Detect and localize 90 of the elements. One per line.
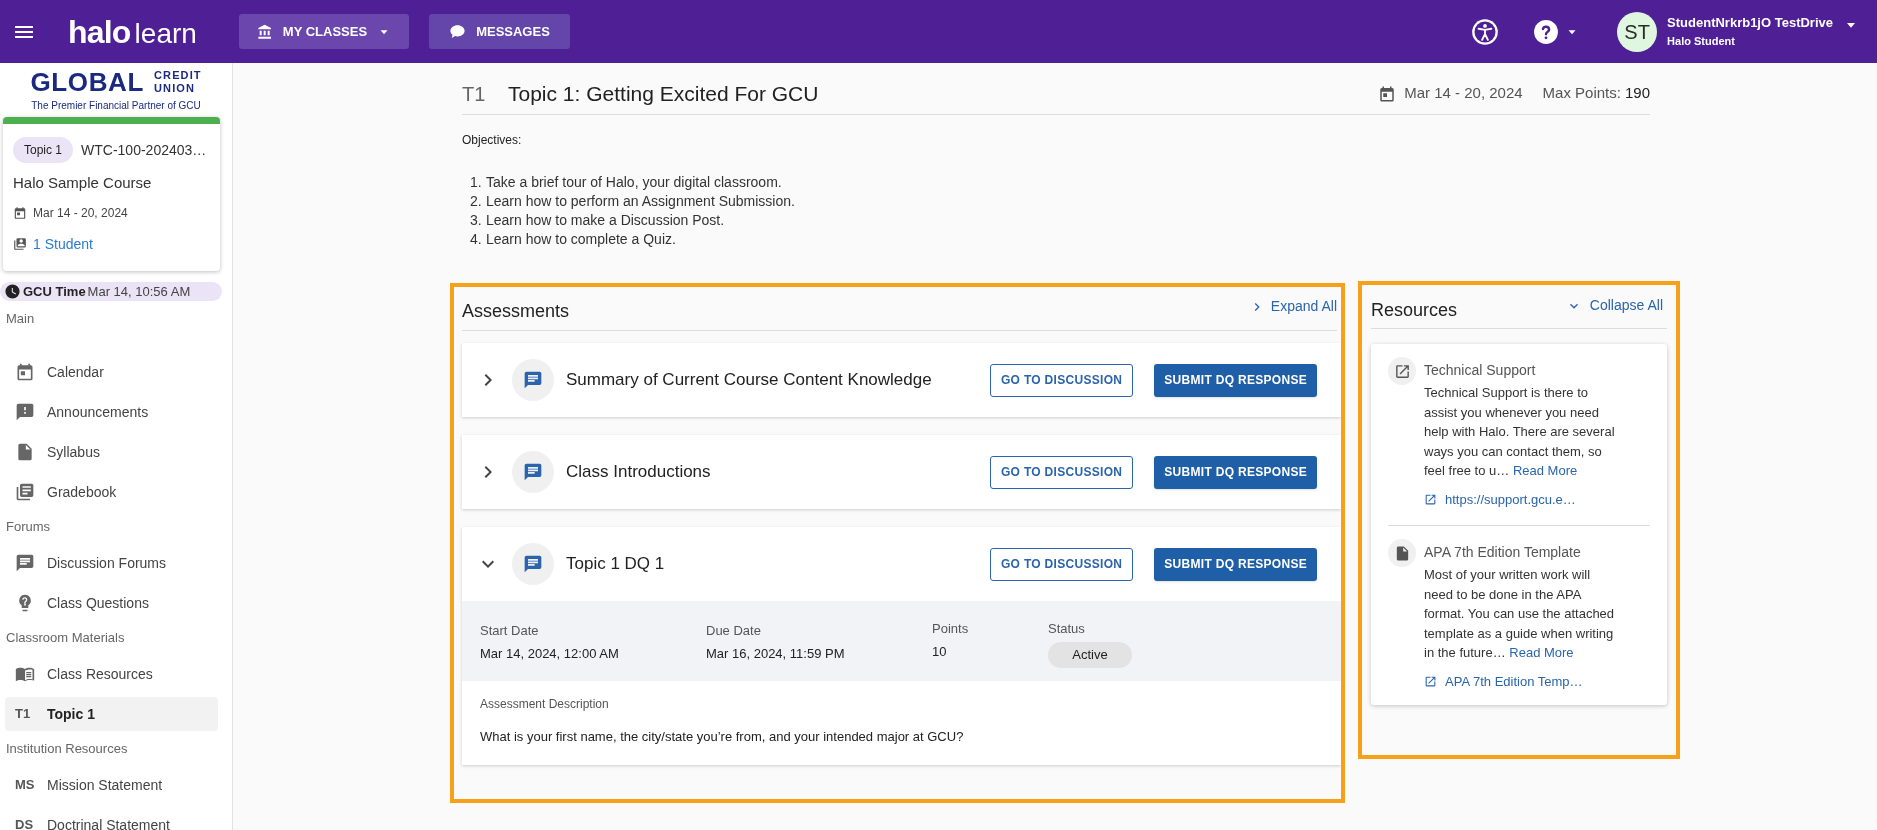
sidebar-item[interactable]: Calendar xyxy=(5,355,218,389)
sidebar-item[interactable]: MS Mission Statement xyxy=(5,768,218,802)
field-label: Status xyxy=(1048,620,1086,638)
topic-dates: Mar 14 - 20, 2024 xyxy=(1404,83,1523,104)
students-link[interactable]: 1 Student xyxy=(33,233,93,255)
status-badge: Active xyxy=(1048,641,1132,668)
objective-item: 1. Take a brief tour of Halo, your digital classroom. xyxy=(469,173,783,192)
course-dates: Mar 14 - 20, 2024 xyxy=(33,204,128,222)
chat-icon xyxy=(523,370,543,390)
person-list-icon xyxy=(13,237,27,251)
sidebar-item[interactable]: DS Doctrinal Statement xyxy=(5,808,218,830)
submit-response-button[interactable]: SUBMIT DQ RESPONSE xyxy=(1154,547,1317,581)
user-avatar[interactable]: ST xyxy=(1617,11,1658,52)
sidebar-item[interactable]: Discussion Forums xyxy=(5,546,218,580)
section-heading: Forums xyxy=(5,518,52,537)
speech-bubble-icon xyxy=(449,23,467,40)
topic-title: Topic 1: Getting Excited For GCU xyxy=(508,80,819,107)
course-card[interactable]: Topic 1 WTC-100-202403… Halo Sample Course Mar 14 - 20, 2024 1 Student xyxy=(3,117,220,271)
assessment-title[interactable]: Topic 1 DQ 1 xyxy=(566,551,665,577)
messages-button[interactable]: MESSAGES xyxy=(429,14,570,49)
resource-summary: Technical Support is there to assist you whenever you need help with Halo. There are several ways you can contact them, so feel free to u… Read More xyxy=(1424,384,1616,480)
assessment-title[interactable]: Class Introductions xyxy=(566,459,711,485)
expand-all-button[interactable]: Expand All xyxy=(1248,296,1337,317)
alert-icon xyxy=(15,402,35,422)
time-value: Mar 14, 10:56 AM xyxy=(87,282,191,301)
field-label: Start Date xyxy=(480,622,540,640)
read-more-link[interactable]: Read More xyxy=(1509,645,1574,660)
chat-icon xyxy=(523,462,543,482)
halo-learn-logo[interactable]: halo learn xyxy=(68,15,197,48)
field-value: Mar 14, 2024, 12:00 AM xyxy=(480,644,620,663)
go-to-discussion-button[interactable]: GO TO DISCUSSION xyxy=(990,363,1134,397)
description-text: What is your first name, the city/state you’re from, and your intended major at GCU? xyxy=(480,728,965,746)
resource-summary: Most of your written work will need to be done in the APA format. You can use the attached template as a guide when writing in the future… Read More xyxy=(1424,566,1616,662)
section-heading: Main xyxy=(5,310,36,329)
assessment-title[interactable]: Summary of Current Course Content Knowledge xyxy=(566,367,932,393)
field-value: 10 xyxy=(932,642,948,661)
topic-abbreviation: T1 xyxy=(462,81,487,107)
gradebook-icon xyxy=(15,482,35,502)
section-title: Assessments xyxy=(462,300,570,323)
description-label: Assessment Description xyxy=(480,696,610,713)
chat-icon xyxy=(523,554,543,574)
field-value: Mar 16, 2024, 11:59 PM xyxy=(706,644,846,663)
max-points-value: 190 xyxy=(1624,83,1650,104)
section-heading: Institution Resources xyxy=(5,740,129,759)
course-name: Halo Sample Course xyxy=(13,173,153,193)
resource-title[interactable]: Technical Support xyxy=(1424,357,1620,383)
help-icon xyxy=(1533,18,1560,45)
section-title: Resources xyxy=(1371,299,1458,322)
submit-response-button[interactable]: SUBMIT DQ RESPONSE xyxy=(1154,455,1317,489)
external-link-icon xyxy=(1424,492,1437,506)
sidebar-item[interactable]: Syllabus xyxy=(5,435,218,469)
topic-tag: Topic 1 xyxy=(13,137,74,163)
sidebar-item[interactable]: Gradebook xyxy=(5,475,218,509)
clock-icon xyxy=(4,282,21,300)
max-points-label: Max Points: xyxy=(1542,83,1621,104)
submit-response-button[interactable]: SUBMIT DQ RESPONSE xyxy=(1154,363,1317,397)
resource-link[interactable]: APA 7th Edition Temp… xyxy=(1424,671,1620,691)
course-code: WTC-100-202403… xyxy=(81,140,207,160)
calendar-icon xyxy=(1378,84,1397,103)
document-icon xyxy=(15,442,35,462)
sidebar-item[interactable]: T1 Topic 1 xyxy=(5,697,218,731)
user-role: Halo Student xyxy=(1667,34,1736,49)
read-more-link[interactable]: Read More xyxy=(1512,463,1578,478)
calendar-icon xyxy=(15,362,35,382)
objectives-label: Objectives: xyxy=(462,132,523,149)
collapse-all-button[interactable]: Collapse All xyxy=(1565,295,1663,316)
bank-icon xyxy=(256,23,273,40)
go-to-discussion-button[interactable]: GO TO DISCUSSION xyxy=(990,547,1134,581)
chat-icon xyxy=(15,553,35,573)
resource-link[interactable]: https://support.gcu.e… xyxy=(1424,489,1620,509)
my-classes-button[interactable]: MY CLASSES xyxy=(238,14,410,49)
objective-item: 3. Learn how to make a Discussion Post. xyxy=(469,211,726,230)
sidebar-item[interactable]: Class Questions xyxy=(5,586,218,620)
abbreviation: DS xyxy=(15,816,35,830)
external-link-icon xyxy=(1424,674,1437,688)
resource-title[interactable]: APA 7th Edition Template xyxy=(1424,539,1620,565)
calendar-icon xyxy=(13,205,27,220)
accessibility-icon[interactable] xyxy=(1471,17,1500,46)
section-heading: Classroom Materials xyxy=(5,629,126,648)
user-name: StudentNrkrb1jO TestDrive xyxy=(1667,14,1833,31)
time-label: GCU Time xyxy=(23,282,86,301)
objective-item: 2. Learn how to perform an Assignment Submission. xyxy=(469,192,796,211)
abbreviation: MS xyxy=(15,776,35,795)
field-label: Due Date xyxy=(706,622,762,640)
sidebar-item[interactable]: Announcements xyxy=(5,395,218,429)
abbreviation: T1 xyxy=(15,705,32,724)
go-to-discussion-button[interactable]: GO TO DISCUSSION xyxy=(990,455,1134,489)
sidebar-item[interactable]: Class Resources xyxy=(5,657,218,691)
objective-item: 4. Learn how to complete a Quiz. xyxy=(469,230,677,249)
field-label: Points xyxy=(932,620,970,638)
